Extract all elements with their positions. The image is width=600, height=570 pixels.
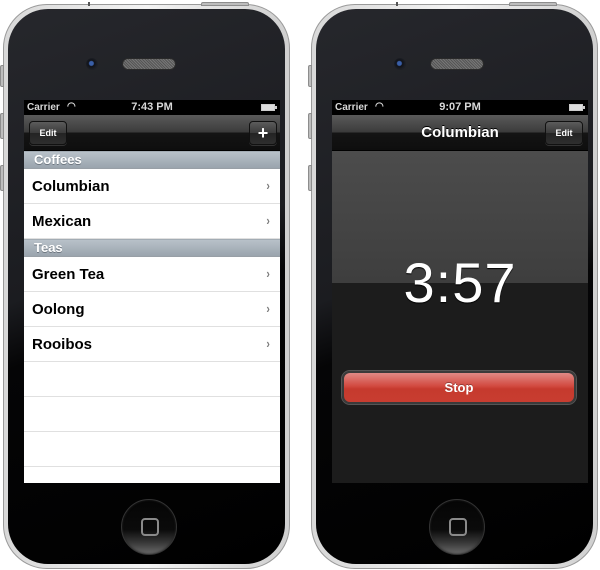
front-camera-icon	[86, 58, 98, 70]
list-item-label: Mexican	[32, 213, 92, 230]
empty-row	[24, 432, 280, 467]
list-item[interactable]: Rooibos ›	[24, 327, 280, 362]
mute-switch	[0, 65, 4, 87]
chevron-right-icon: ›	[266, 178, 270, 193]
chevron-right-icon: ›	[266, 336, 270, 351]
list-item[interactable]: Mexican ›	[24, 204, 280, 239]
timer-screen: Carrier ◠ 9:07 PM Columbian Edit 3:57 St…	[332, 100, 588, 483]
volume-up-button	[308, 113, 312, 139]
phone-right: Carrier ◠ 9:07 PM Columbian Edit 3:57 St…	[308, 2, 598, 569]
headphone-jack	[88, 2, 90, 6]
home-button[interactable]	[429, 499, 485, 555]
add-button[interactable]: +	[249, 121, 277, 145]
headphone-jack	[396, 2, 398, 6]
mute-switch	[308, 65, 312, 87]
battery-icon	[261, 104, 277, 111]
volume-down-button	[308, 165, 312, 191]
section-header-coffees: Coffees	[24, 151, 280, 169]
list-item-label: Columbian	[32, 178, 110, 195]
chevron-right-icon: ›	[266, 301, 270, 316]
list-item[interactable]: Columbian ›	[24, 169, 280, 204]
beverage-list-screen: Carrier ◠ 7:43 PM Edit + Coffees Columbi…	[24, 100, 280, 483]
chevron-right-icon: ›	[266, 213, 270, 228]
empty-row	[24, 362, 280, 397]
navigation-bar: Edit +	[24, 115, 280, 151]
list-item-label: Rooibos	[32, 336, 92, 353]
front-camera-icon	[394, 58, 406, 70]
earpiece-speaker	[430, 58, 484, 70]
phone-bezel: Carrier ◠ 7:43 PM Edit + Coffees Columbi…	[8, 9, 285, 564]
timer-display: 3:57	[403, 251, 517, 314]
status-bar: Carrier ◠ 9:07 PM	[332, 100, 588, 115]
home-square-icon	[141, 518, 159, 536]
stop-button[interactable]: Stop	[342, 371, 576, 404]
power-button	[201, 2, 249, 6]
section-header-teas: Teas	[24, 239, 280, 257]
phone-bezel: Carrier ◠ 9:07 PM Columbian Edit 3:57 St…	[316, 9, 593, 564]
phone-left: Carrier ◠ 7:43 PM Edit + Coffees Columbi…	[0, 2, 290, 569]
edit-button[interactable]: Edit	[29, 121, 67, 145]
status-time: 9:07 PM	[439, 101, 481, 113]
volume-up-button	[0, 113, 4, 139]
earpiece-speaker	[122, 58, 176, 70]
navigation-bar: Columbian Edit	[332, 115, 588, 151]
edit-button[interactable]: Edit	[545, 121, 583, 145]
status-time: 7:43 PM	[131, 101, 173, 113]
empty-row	[24, 397, 280, 432]
empty-row	[24, 467, 280, 483]
list-item-label: Green Tea	[32, 266, 105, 283]
list-item-label: Oolong	[32, 301, 85, 318]
list-item[interactable]: Green Tea ›	[24, 257, 280, 292]
power-button	[509, 2, 557, 6]
chevron-right-icon: ›	[266, 266, 270, 281]
home-button[interactable]	[121, 499, 177, 555]
battery-icon	[569, 104, 585, 111]
list-item[interactable]: Oolong ›	[24, 292, 280, 327]
status-bar: Carrier ◠ 7:43 PM	[24, 100, 280, 115]
volume-down-button	[0, 165, 4, 191]
home-square-icon	[449, 518, 467, 536]
